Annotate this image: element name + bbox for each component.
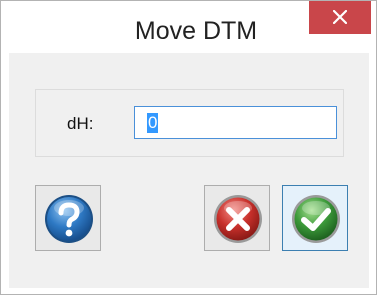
question-icon: [45, 195, 93, 243]
title-bar[interactable]: Move DTM: [1, 1, 376, 53]
cancel-x-icon: [214, 195, 262, 243]
dialog-body: dH: 0: [9, 53, 369, 288]
move-dtm-dialog: Move DTM dH: 0: [0, 0, 377, 295]
close-button[interactable]: [309, 1, 371, 34]
dh-group: dH: 0: [35, 89, 344, 157]
cancel-button[interactable]: [204, 185, 270, 251]
ok-button[interactable]: [282, 185, 348, 251]
close-icon: [333, 10, 347, 24]
dh-label: dH:: [67, 114, 94, 133]
help-button[interactable]: [35, 185, 101, 251]
checkmark-icon: [292, 195, 340, 243]
dh-input-value: 0: [147, 113, 159, 133]
dh-input[interactable]: 0: [134, 106, 337, 139]
